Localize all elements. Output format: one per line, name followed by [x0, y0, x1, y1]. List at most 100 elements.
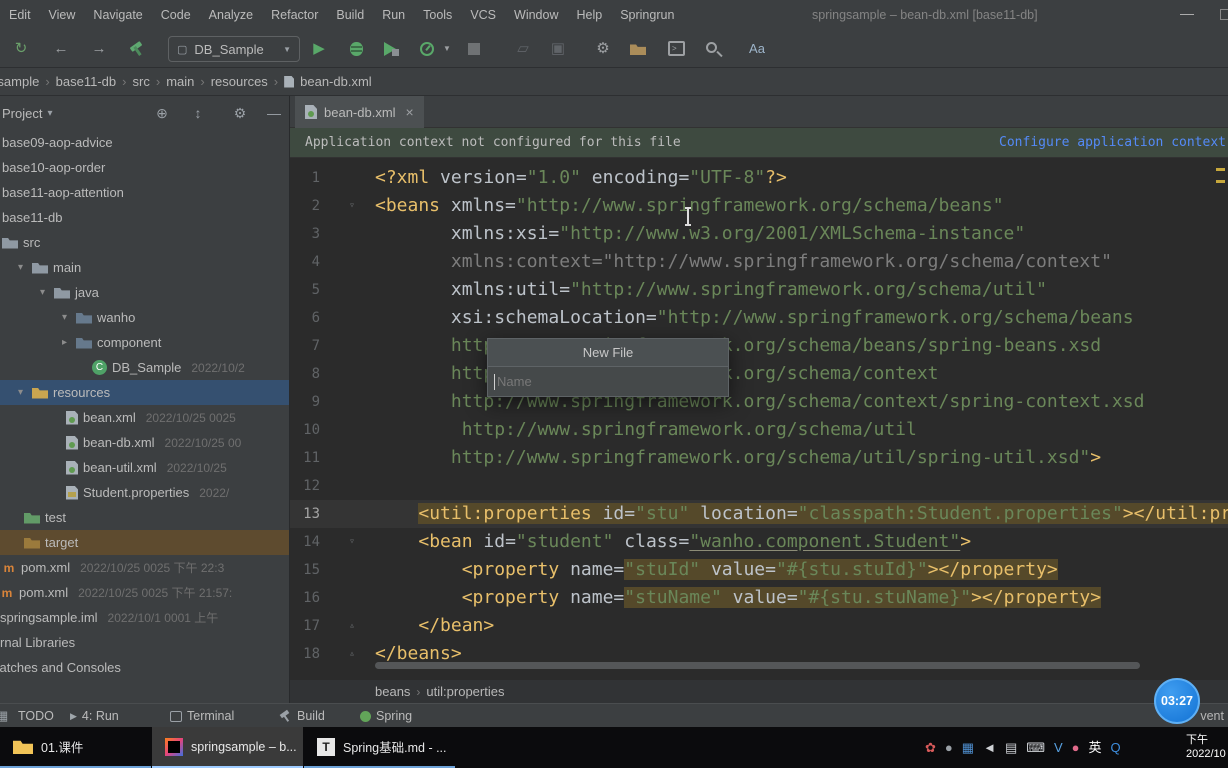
- profiler-icon[interactable]: [420, 42, 434, 56]
- sync-icon[interactable]: ↻: [8, 30, 34, 67]
- tree-item-src[interactable]: src: [0, 230, 289, 255]
- status-4-run[interactable]: ▶ 4: Run: [70, 704, 119, 728]
- status-todo[interactable]: TODO: [18, 704, 54, 728]
- tray-keyboard-icon[interactable]: ⌨: [1026, 727, 1045, 768]
- configure-context-link[interactable]: Configure application context: [999, 128, 1228, 157]
- tree-toggle-icon[interactable]: ▾: [18, 387, 32, 398]
- tree-item-pom-xml[interactable]: m pom.xml 2022/10/25 0025 下午 22:3: [0, 555, 289, 580]
- tray-volume-icon[interactable]: ◄: [983, 727, 996, 768]
- forward-icon[interactable]: →: [86, 30, 112, 67]
- tree-item-target[interactable]: target: [0, 530, 289, 555]
- fold-marker-icon[interactable]: ▿: [344, 192, 360, 220]
- code-line-6[interactable]: 6 xsi:schemaLocation="http://www.springf…: [290, 304, 1228, 332]
- breadcrumb-item[interactable]: src: [127, 74, 156, 89]
- menu-refactor[interactable]: Refactor: [262, 0, 327, 30]
- taskbar-app-folder[interactable]: 01.课件: [0, 727, 151, 768]
- tree-item-bean-util-xml[interactable]: bean-util.xml 2022/10/25: [0, 455, 289, 480]
- back-icon[interactable]: ←: [48, 30, 74, 67]
- chevron-down-icon[interactable]: ▾: [47, 108, 52, 119]
- hide-panel-icon[interactable]: —: [262, 96, 286, 130]
- wrench-icon[interactable]: ⚙: [590, 30, 616, 67]
- code-line-17[interactable]: 17 ▵ </bean>: [290, 612, 1228, 640]
- tree-item-db-sample[interactable]: C DB_Sample 2022/10/2: [0, 355, 289, 380]
- breadcrumb-item-util-properties[interactable]: util:properties: [426, 684, 504, 699]
- tree-item-bean-db-xml[interactable]: bean-db.xml 2022/10/25 00: [0, 430, 289, 455]
- new-file-name-input[interactable]: Name: [488, 366, 728, 396]
- tree-toggle-icon[interactable]: ▾: [40, 287, 54, 298]
- tree-item-base11-db[interactable]: base11-db: [0, 205, 289, 230]
- build-hammer-icon[interactable]: [130, 42, 145, 57]
- code-line-14[interactable]: 14 ▿ <bean id="student" class="wanho.comp…: [290, 528, 1228, 556]
- menu-analyze[interactable]: Analyze: [200, 0, 262, 30]
- status-build[interactable]: Build: [280, 704, 325, 728]
- code-line-11[interactable]: 11 http://www.springframework.org/schema…: [290, 444, 1228, 472]
- fold-marker-icon[interactable]: ▵: [344, 640, 360, 668]
- code-line-15[interactable]: 15 <property name="stuId" value="#{stu.s…: [290, 556, 1228, 584]
- taskbar-app-intellij[interactable]: springsample – b...: [152, 727, 303, 768]
- code-line-5[interactable]: 5 xmlns:util="http://www.springframework…: [290, 276, 1228, 304]
- tray-q-icon[interactable]: Q: [1111, 727, 1121, 768]
- tray-circle-icon[interactable]: ●: [945, 727, 953, 768]
- run-with-coverage-icon[interactable]: [384, 42, 399, 56]
- tree-item-external-libraries[interactable]: External Libraries: [0, 630, 289, 655]
- breadcrumb-item[interactable]: base11-db: [50, 74, 122, 89]
- locate-icon[interactable]: ⊕: [150, 96, 174, 130]
- gear-icon[interactable]: ⚙: [228, 96, 252, 130]
- warning-stripe-mark[interactable]: [1216, 168, 1225, 171]
- menu-springrun[interactable]: Springrun: [611, 0, 683, 30]
- code-line-13[interactable]: 13 <util:properties id="stu" location="c…: [290, 500, 1228, 528]
- fold-marker-icon[interactable]: ▵: [344, 612, 360, 640]
- tree-item-student-properties[interactable]: Student.properties 2022/: [0, 480, 289, 505]
- menu-view[interactable]: View: [40, 0, 85, 30]
- code-line-4[interactable]: 4 xmlns:context="http://www.springframew…: [290, 248, 1228, 276]
- project-panel-header[interactable]: Project ▾ ⊕ ↕ ⚙ —: [0, 96, 289, 130]
- project-structure-icon[interactable]: [630, 44, 646, 55]
- tree-item-bean-xml[interactable]: bean.xml 2022/10/25 0025: [0, 405, 289, 430]
- profiler-chevron-icon[interactable]: ▼: [434, 30, 460, 67]
- status-terminal[interactable]: Terminal: [170, 704, 234, 728]
- tree-toggle-icon[interactable]: ▾: [18, 262, 32, 273]
- fold-marker-icon[interactable]: ▿: [344, 528, 360, 556]
- breadcrumb-item[interactable]: main: [160, 74, 200, 89]
- run-icon[interactable]: ▶: [306, 30, 332, 67]
- close-icon[interactable]: ×: [406, 104, 414, 120]
- tree-item-resources[interactable]: ▾ resources: [0, 380, 289, 405]
- breadcrumb-item[interactable]: resources: [205, 74, 274, 89]
- code-editor[interactable]: 1 <?xml version="1.0" encoding="UTF-8"?> 2…: [290, 158, 1228, 679]
- tree-toggle-icon[interactable]: ▸: [62, 337, 76, 348]
- tray-dot-icon[interactable]: ●: [1072, 727, 1080, 768]
- tree-item-base09-aop-advice[interactable]: base09-aop-advice: [0, 130, 289, 155]
- tray-flower-icon[interactable]: ✿: [925, 727, 936, 768]
- recording-timer[interactable]: 03:27: [1154, 678, 1200, 724]
- tree-item-springsample-iml[interactable]: springsample.iml 2022/10/1 0001 上午: [0, 605, 289, 630]
- collapse-all-icon[interactable]: ↕: [186, 96, 210, 130]
- tree-item-component[interactable]: ▸ component: [0, 330, 289, 355]
- status-spring[interactable]: Spring: [360, 704, 412, 728]
- event-log-text[interactable]: vent: [1200, 704, 1224, 728]
- menu-navigate[interactable]: Navigate: [84, 0, 151, 30]
- debug-icon[interactable]: [350, 42, 363, 56]
- code-line-7[interactable]: 7 http://www.springframework.org/schema/…: [290, 332, 1228, 360]
- taskbar-clock[interactable]: 下午 2022/10: [1186, 733, 1228, 761]
- breadcrumb-item[interactable]: bean-db.xml: [294, 74, 378, 89]
- menu-code[interactable]: Code: [152, 0, 200, 30]
- menu-run[interactable]: Run: [373, 0, 414, 30]
- tree-item-pom-xml[interactable]: m pom.xml 2022/10/25 0025 下午 21:57:: [0, 580, 289, 605]
- menu-tools[interactable]: Tools: [414, 0, 461, 30]
- warning-stripe-mark[interactable]: [1216, 180, 1225, 183]
- search-icon[interactable]: [706, 42, 717, 53]
- tool-window-corner-icon[interactable]: ▦: [0, 704, 8, 728]
- tray-ime-icon[interactable]: 英: [1089, 727, 1102, 768]
- tree-toggle-icon[interactable]: ▾: [62, 312, 76, 323]
- run-configuration-select[interactable]: ▢ DB_Sample ▼: [168, 36, 300, 62]
- menu-help[interactable]: Help: [567, 0, 611, 30]
- tree-item-wanho[interactable]: ▾ wanho: [0, 305, 289, 330]
- code-line-10[interactable]: 10 http://www.springframework.org/schema…: [290, 416, 1228, 444]
- breadcrumb-item-beans[interactable]: beans: [375, 684, 410, 699]
- tree-item-base10-aop-order[interactable]: base10-aop-order: [0, 155, 289, 180]
- code-line-16[interactable]: 16 <property name="stuName" value="#{stu…: [290, 584, 1228, 612]
- tab-bean-db-xml[interactable]: bean-db.xml ×: [295, 96, 424, 128]
- tree-item-scratches-and-consoles[interactable]: Scratches and Consoles: [0, 655, 289, 680]
- tree-item-base11-aop-attention[interactable]: base11-aop-attention: [0, 180, 289, 205]
- code-line-8[interactable]: 8 http://www.springframework.org/schema/…: [290, 360, 1228, 388]
